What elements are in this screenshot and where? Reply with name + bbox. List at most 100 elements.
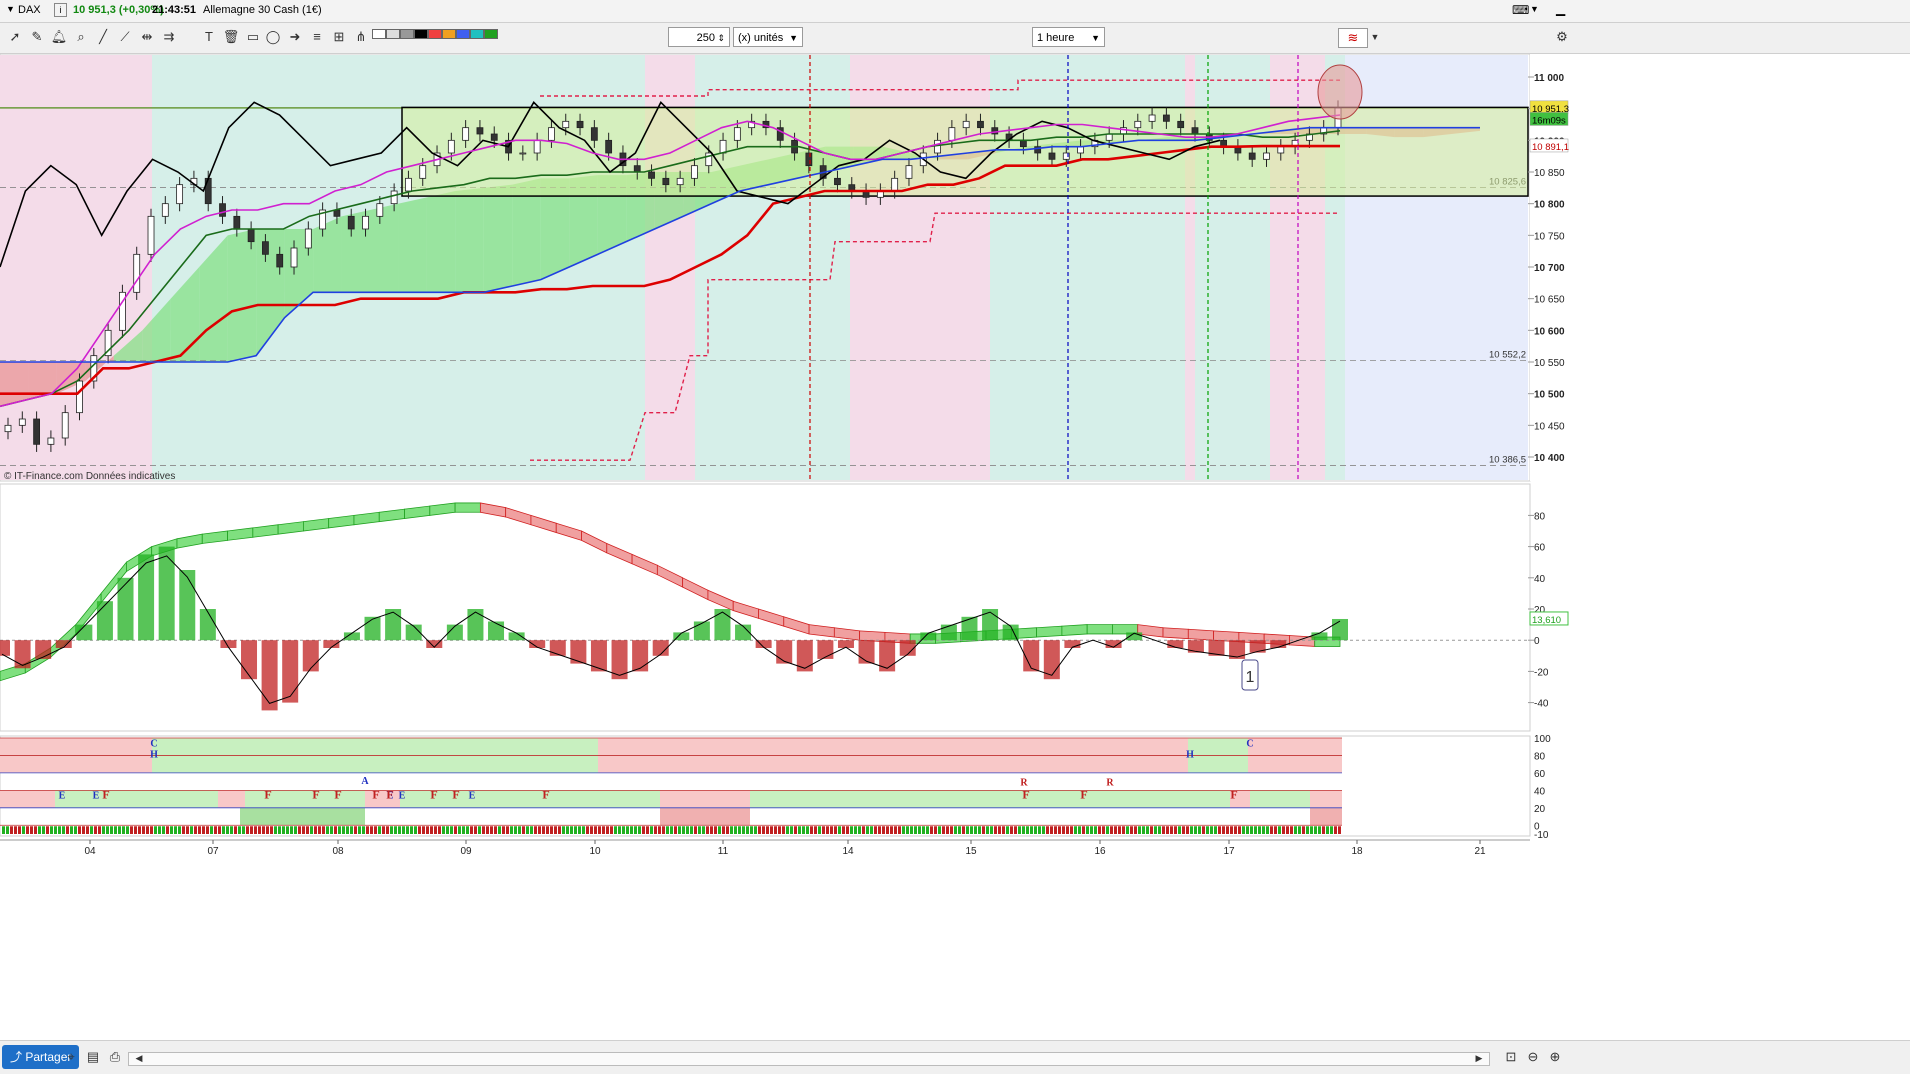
units-select[interactable]: (x) unités ▼ — [733, 27, 803, 47]
horizontal-scrollbar[interactable] — [128, 1052, 1490, 1066]
zoom-in-icon[interactable]: ⊕ — [1546, 1048, 1564, 1066]
chart-type-icon[interactable]: ≋ — [1338, 28, 1368, 48]
histogram-bar — [858, 640, 875, 664]
signal-tick-label: -10 — [1534, 830, 1549, 841]
channel-tool-icon[interactable]: ⇉ — [160, 28, 178, 46]
chart-area[interactable]: 10 825,610 552,210 386,5 © IT-Finance.co… — [0, 54, 1910, 1040]
signal-tick — [158, 826, 161, 834]
signal-letter: E — [399, 791, 406, 802]
signal-tick — [762, 826, 765, 834]
signal-letter: F — [1230, 788, 1237, 802]
ellipse-tool-icon[interactable]: ◯ — [264, 28, 282, 46]
signal-tick — [470, 826, 473, 834]
trend-tool-icon[interactable]: ⟋ — [116, 28, 134, 46]
candle-body — [233, 215, 241, 230]
color-swatch-icon[interactable] — [414, 29, 428, 39]
signal-tick — [1286, 826, 1289, 834]
ruler-icon[interactable]: ✎ — [28, 28, 46, 46]
dropdown-arrow-icon[interactable]: ▼ — [6, 4, 15, 14]
window-menu-icon[interactable]: ▼ — [1530, 4, 1539, 14]
minimize-icon[interactable]: ▁ — [1556, 2, 1565, 16]
color-swatch-icon[interactable] — [470, 29, 484, 39]
price-tick-label: 10 750 — [1534, 231, 1565, 242]
signal-tick — [906, 826, 909, 834]
signal-tick — [1018, 826, 1021, 834]
signal-tick — [1114, 826, 1117, 834]
print-icon[interactable]: ⎙ — [106, 1048, 124, 1066]
signal-tick — [390, 826, 393, 834]
signal-tick — [586, 826, 589, 834]
color-swatch-icon[interactable] — [456, 29, 470, 39]
signal-tick — [290, 826, 293, 834]
signal-tick — [630, 826, 633, 834]
candle-body — [1162, 114, 1170, 122]
fibonacci-tool-icon[interactable]: ≡ — [308, 28, 326, 46]
keyboard-icon[interactable]: ⌨ — [1512, 3, 1529, 17]
signal-tick — [810, 826, 813, 834]
trash-icon[interactable]: 🗑︎ — [222, 28, 240, 46]
histogram-bar — [35, 640, 52, 659]
period-select[interactable]: 1 heure ▼ — [1032, 27, 1105, 47]
oscillator-bg — [0, 483, 1531, 732]
signal-tick — [918, 826, 921, 834]
info-icon[interactable]: i — [54, 3, 67, 17]
text-tool-icon[interactable]: T — [200, 28, 218, 46]
scroll-left-icon[interactable]: ◀ — [130, 1049, 148, 1067]
gann-tool-icon[interactable]: ⊞ — [330, 28, 348, 46]
histogram-bar — [117, 577, 134, 641]
settings-icon[interactable]: ⚙ — [1553, 28, 1571, 46]
signal-tick — [910, 826, 913, 834]
signal-tick — [1270, 826, 1273, 834]
histogram-bar — [1249, 640, 1266, 653]
hline-tool-icon[interactable]: ⇹ — [138, 28, 156, 46]
signal-tick — [266, 826, 269, 834]
histogram-bar — [940, 624, 957, 641]
signal-letter: F — [102, 788, 109, 802]
signal-tick — [106, 826, 109, 834]
zoom-icon[interactable]: ⌕ — [72, 28, 90, 46]
candle-body — [462, 127, 470, 141]
histogram-bar — [488, 621, 505, 641]
color-swatch-icon[interactable] — [442, 29, 456, 39]
units-input[interactable]: 250 ⇕ — [668, 27, 730, 47]
color-swatch-icon[interactable] — [484, 29, 498, 39]
signal-tick — [154, 826, 157, 834]
color-swatch-icon[interactable] — [400, 29, 414, 39]
color-swatch-icon[interactable] — [428, 29, 442, 39]
arrow-tool-icon[interactable]: ➜ — [286, 28, 304, 46]
layout-icon[interactable]: ▤ — [84, 1048, 102, 1066]
alert-bell-icon[interactable]: 🔔︎ — [50, 28, 68, 46]
signal-tick — [1322, 826, 1325, 834]
color-swatch-icon[interactable] — [372, 29, 386, 39]
signal-tick — [190, 826, 193, 834]
zoom-out-icon[interactable]: ⊖ — [1524, 1048, 1542, 1066]
signal-band — [1310, 790, 1342, 808]
signal-letter: F — [1080, 788, 1087, 802]
signal-tick — [986, 826, 989, 834]
signal-tick — [1146, 826, 1149, 834]
spinner-icon[interactable]: ⇕ — [717, 28, 725, 48]
oscillator-axis: 806040200-20-4013,610 — [1528, 511, 1569, 710]
highlight-ellipse[interactable] — [1317, 64, 1363, 120]
scroll-right-icon[interactable]: ▶ — [1470, 1049, 1488, 1067]
candle-body — [390, 190, 398, 205]
andrews-tool-icon[interactable]: ⋔ — [352, 28, 370, 46]
chart-type-dropdown-icon[interactable]: ▼ — [1366, 28, 1384, 46]
cursor-icon[interactable]: ➚ — [6, 28, 24, 46]
symbol-label[interactable]: DAX — [18, 4, 41, 16]
signal-tick — [522, 826, 525, 834]
candle-body — [648, 171, 655, 179]
signal-tick — [1238, 826, 1241, 834]
crosshair-icon[interactable]: ⌖ — [62, 1048, 80, 1066]
signal-tick — [202, 826, 205, 834]
color-swatch-icon[interactable] — [386, 29, 400, 39]
signal-tick — [1026, 826, 1029, 834]
signal-tick — [86, 826, 89, 834]
rectangle-tool-icon[interactable]: ▭ — [244, 28, 262, 46]
zoom-fit-icon[interactable]: ⊡ — [1502, 1048, 1520, 1066]
line-tool-icon[interactable]: ╱ — [94, 28, 112, 46]
price-tick-label: 10 600 — [1534, 326, 1565, 337]
signal-letter: F — [334, 788, 341, 802]
signal-tick — [938, 826, 941, 834]
signal-tick — [1294, 826, 1297, 834]
